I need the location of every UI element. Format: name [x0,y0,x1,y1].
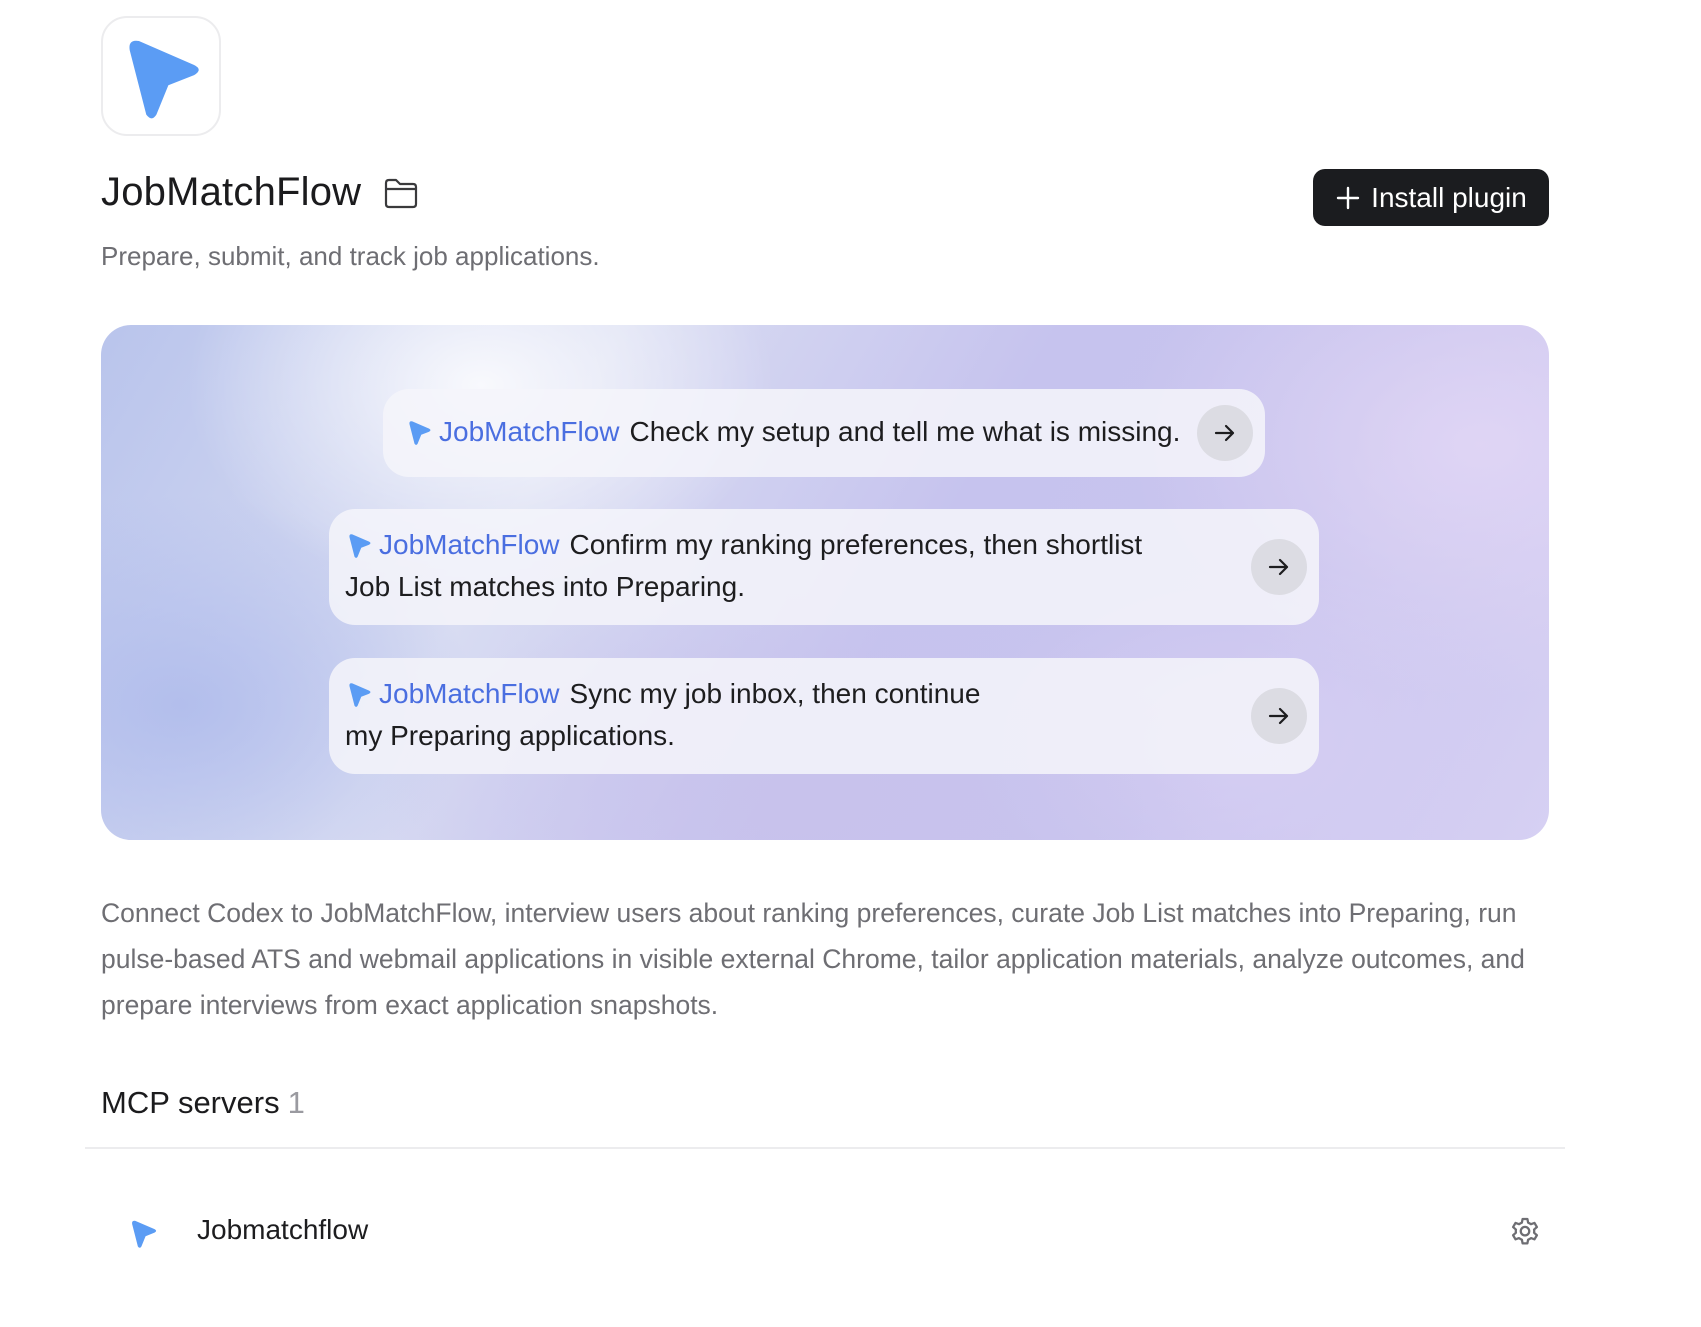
app-tagline: Prepare, submit, and track job applicati… [101,241,600,271]
navigation-arrow-icon [129,40,199,119]
section-title: MCP servers [101,1085,280,1120]
section-divider [85,1147,1565,1149]
prompt-tag: JobMatchFlow [439,416,620,447]
gear-icon[interactable] [1508,1214,1542,1248]
mcp-server-row[interactable]: Jobmatchflow [85,1200,1565,1264]
mcp-servers-header: MCP servers 1 [101,1085,305,1121]
install-plugin-button[interactable]: Install plugin [1313,169,1549,226]
server-count: 1 [287,1085,305,1120]
server-name: Jobmatchflow [197,1214,369,1245]
plugin-description: Connect Codex to JobMatchFlow, interview… [101,898,1525,1020]
send-prompt-button[interactable] [1251,688,1307,744]
send-prompt-button[interactable] [1197,405,1253,461]
folder-icon[interactable] [383,176,419,210]
navigation-arrow-icon [409,421,431,445]
prompt-showcase: JobMatchFlow Check my setup and tell me w… [101,325,1549,840]
arrow-right-icon [1268,558,1289,576]
prompt-card[interactable]: JobMatchFlow Confirm my ranking preferenc… [329,509,1319,625]
navigation-arrow-icon [349,534,371,558]
prompt-card[interactable]: JobMatchFlow Check my setup and tell me w… [383,389,1265,477]
page-title: JobMatchFlow [101,170,362,214]
navigation-arrow-icon [127,1217,159,1249]
arrow-right-icon [1268,707,1289,725]
plus-icon [1336,186,1360,209]
prompt-tag: JobMatchFlow [379,678,560,709]
app-logo [101,16,221,136]
plugin-detail-page: JobMatchFlow Install plugin Prepare, sub… [0,0,1701,1327]
prompt-text: Check my setup and tell me what is missi… [629,416,1181,447]
arrow-right-icon [1214,424,1235,442]
prompt-card[interactable]: JobMatchFlow Sync my job inbox, then cont… [329,658,1319,774]
navigation-arrow-icon [349,683,371,707]
send-prompt-button[interactable] [1251,539,1307,595]
title-row: JobMatchFlow [101,170,419,215]
prompt-tag: JobMatchFlow [379,529,560,560]
install-plugin-label: Install plugin [1371,181,1527,213]
